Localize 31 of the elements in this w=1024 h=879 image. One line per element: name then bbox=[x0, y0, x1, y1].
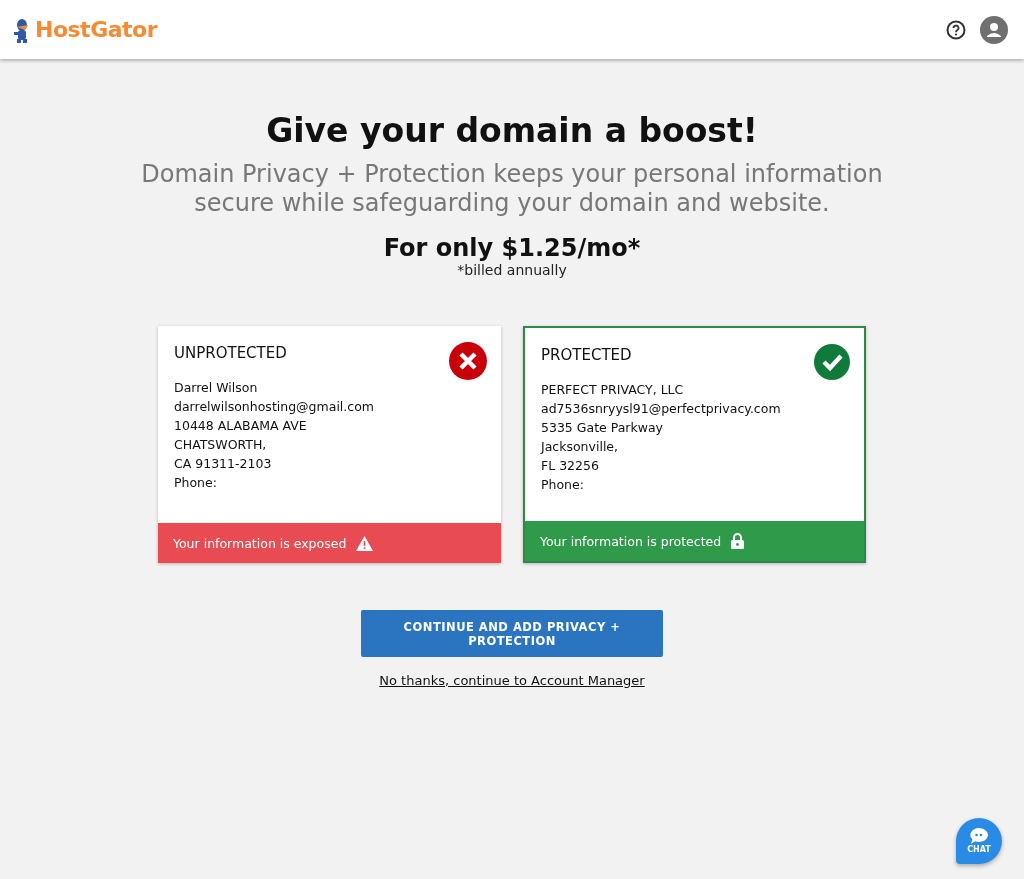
subtitle: Domain Privacy + Protection keeps your personal information secure while safeguarding your domain and website. bbox=[140, 160, 884, 218]
lock-icon bbox=[731, 533, 745, 549]
contact-line: ad7536snryysl91@perfectprivacy.com bbox=[541, 400, 782, 418]
contact-line: PERFECT PRIVACY, LLC bbox=[541, 381, 685, 399]
warning-icon bbox=[356, 535, 374, 551]
contact-line: Jacksonville, bbox=[541, 438, 620, 456]
billing-note: *billed annually bbox=[457, 262, 567, 278]
card-title: PROTECTED bbox=[541, 346, 633, 364]
contact-line: 10448 ALABAMA AVE bbox=[174, 417, 308, 435]
chat-button[interactable]: CHAT bbox=[956, 818, 1002, 864]
chat-bubble-icon bbox=[970, 828, 988, 844]
account-icon[interactable] bbox=[980, 15, 1008, 44]
check-icon bbox=[814, 344, 850, 380]
card-title: UNPROTECTED bbox=[174, 344, 288, 362]
contact-line: 5335 Gate Parkway bbox=[541, 419, 664, 437]
contact-line: Phone: bbox=[174, 474, 218, 492]
help-icon[interactable] bbox=[946, 19, 966, 40]
contact-line: CA 91311-2103 bbox=[174, 455, 273, 473]
contact-line: FL 32256 bbox=[541, 457, 600, 475]
contact-line: Phone: bbox=[541, 476, 585, 494]
price: For only $1.25/mo* bbox=[383, 234, 641, 262]
contact-line: Darrel Wilson bbox=[174, 379, 259, 397]
contact-line: CHATSWORTH, bbox=[174, 436, 268, 454]
continue-button[interactable]: CONTINUE AND ADD PRIVACY + PROTECTION bbox=[361, 610, 663, 657]
page-title: Give your domain a boost! bbox=[266, 111, 758, 150]
logo[interactable]: HostGator bbox=[35, 17, 158, 42]
no-thanks-link[interactable]: No thanks, continue to Account Manager bbox=[379, 673, 645, 688]
status-text: Your information is protected bbox=[540, 533, 722, 549]
status-text: Your information is exposed bbox=[173, 535, 347, 551]
close-icon bbox=[449, 342, 487, 380]
contact-line: darrelwilsonhosting@gmail.com bbox=[174, 398, 375, 416]
